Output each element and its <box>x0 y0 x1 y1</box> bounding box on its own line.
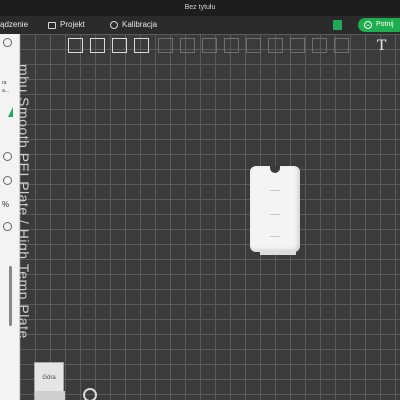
model-notch <box>270 166 280 173</box>
plate-label: mbu Smooth PEI Plate / High Temp Plate <box>20 64 32 339</box>
view-cube[interactable]: Góra <box>34 362 65 400</box>
view-cube-face <box>35 391 65 400</box>
menu-bar: ądzenie Projekt Kalibracja ⌄ Potnij <box>0 16 400 34</box>
model-base <box>260 250 296 255</box>
window-title: Bez tytułu <box>184 4 216 11</box>
tool-icon-2[interactable] <box>180 38 195 53</box>
panel-text-1: ra <box>2 80 7 86</box>
menu-project-label: Projekt <box>60 20 85 29</box>
3d-model[interactable] <box>250 166 300 252</box>
cube-icon[interactable] <box>68 38 83 53</box>
grid-icon[interactable] <box>90 38 105 53</box>
view-toolbar: T <box>64 36 400 56</box>
tool-icon-5[interactable] <box>246 38 261 53</box>
settings-icon[interactable] <box>3 38 12 47</box>
title-bar: Bez tytułu <box>0 0 400 16</box>
left-panel: ra a... % <box>0 34 20 400</box>
tool-icon-6[interactable] <box>268 38 283 53</box>
percent-label: % <box>2 200 10 209</box>
chevron-down-icon: ⌄ <box>364 21 372 29</box>
tool-icon-4[interactable] <box>224 38 239 53</box>
tool-icon-7[interactable] <box>290 38 305 53</box>
3d-viewport[interactable]: T mbu Smooth PEI Plate / High Temp Plate… <box>20 34 400 400</box>
panel-text-2: a... <box>2 88 9 94</box>
search-icon[interactable] <box>3 222 12 231</box>
auto-orient-icon[interactable] <box>112 38 127 53</box>
slice-button[interactable]: ⌄ Potnij <box>358 18 400 32</box>
view-cube-label: Góra <box>42 375 56 381</box>
model-slot <box>270 236 280 237</box>
panel-scrollbar[interactable] <box>9 266 12 326</box>
project-icon <box>48 21 56 29</box>
status-corner <box>8 107 13 117</box>
menu-device-label: ądzenie <box>0 20 29 29</box>
camera-icon[interactable] <box>83 388 97 400</box>
model-slot <box>270 214 280 215</box>
calibration-icon <box>110 21 118 29</box>
model-slot <box>270 190 280 191</box>
export-icon[interactable] <box>333 20 342 30</box>
menu-calibration[interactable]: Kalibracja <box>110 16 157 34</box>
menu-device[interactable]: ądzenie <box>0 16 28 34</box>
slice-button-label: Potnij <box>376 21 394 28</box>
tool-icon-3[interactable] <box>202 38 217 53</box>
clock-icon[interactable] <box>3 176 12 185</box>
tool-icon-8[interactable] <box>312 38 327 53</box>
menu-calibration-label: Kalibracja <box>122 20 158 29</box>
tool-icon-9[interactable] <box>334 38 349 53</box>
layout-icon[interactable] <box>134 38 149 53</box>
gear-icon[interactable] <box>3 152 12 161</box>
tool-icon-1[interactable] <box>158 38 173 53</box>
text-tool-icon[interactable]: T <box>377 38 386 54</box>
menu-project[interactable]: Projekt <box>48 16 85 34</box>
app-window: Bez tytułu ądzenie Projekt Kalibracja ⌄ … <box>0 0 400 400</box>
